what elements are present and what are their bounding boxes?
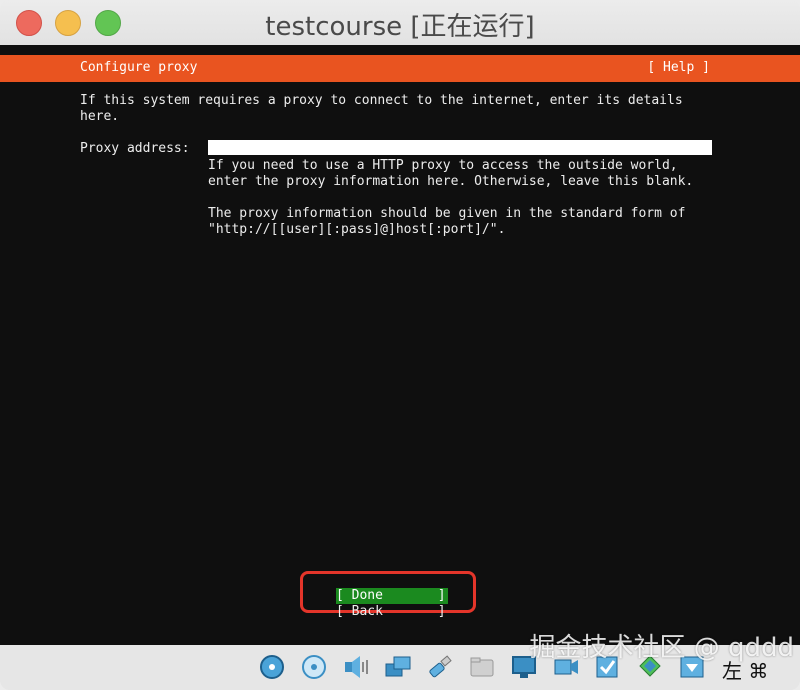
watermark: 掘金技术社区 @ qddd <box>529 633 794 663</box>
intro-text: If this system requires a proxy to conne… <box>80 93 683 124</box>
proxy-help-text-2: enter the proxy information here. Otherw… <box>208 174 694 189</box>
help-button[interactable]: [ Help ] <box>647 60 710 75</box>
shared-folder-icon[interactable] <box>468 653 496 681</box>
window-title: testcourse [正在运行] <box>265 12 535 42</box>
virtualbox-window: testcourse [正在运行] Configure proxy [ Help… <box>0 0 800 690</box>
audio-icon[interactable] <box>342 653 370 681</box>
title-bar[interactable]: testcourse [正在运行] <box>0 0 800 45</box>
proxy-help-text-1: If you need to use a HTTP proxy to acces… <box>208 158 678 173</box>
hard-disk-icon[interactable] <box>258 653 286 681</box>
proxy-address-input[interactable] <box>208 140 712 155</box>
back-button[interactable]: [ Back ] <box>336 604 448 620</box>
usb-icon[interactable] <box>426 653 454 681</box>
done-button[interactable]: [ Done ] <box>336 588 448 604</box>
header-bar: Configure proxy [ Help ] <box>0 55 800 82</box>
optical-disk-icon[interactable] <box>300 653 328 681</box>
proxy-help-text-4: "http://[[user][:pass]@]host[:port]/". <box>208 222 506 237</box>
page-title: Configure proxy <box>80 60 198 75</box>
installer-screen: Configure proxy [ Help ] If this system … <box>0 45 800 645</box>
network-icon[interactable] <box>384 653 412 681</box>
proxy-help-text-3: The proxy information should be given in… <box>208 206 686 221</box>
proxy-address-label: Proxy address: <box>80 141 190 156</box>
